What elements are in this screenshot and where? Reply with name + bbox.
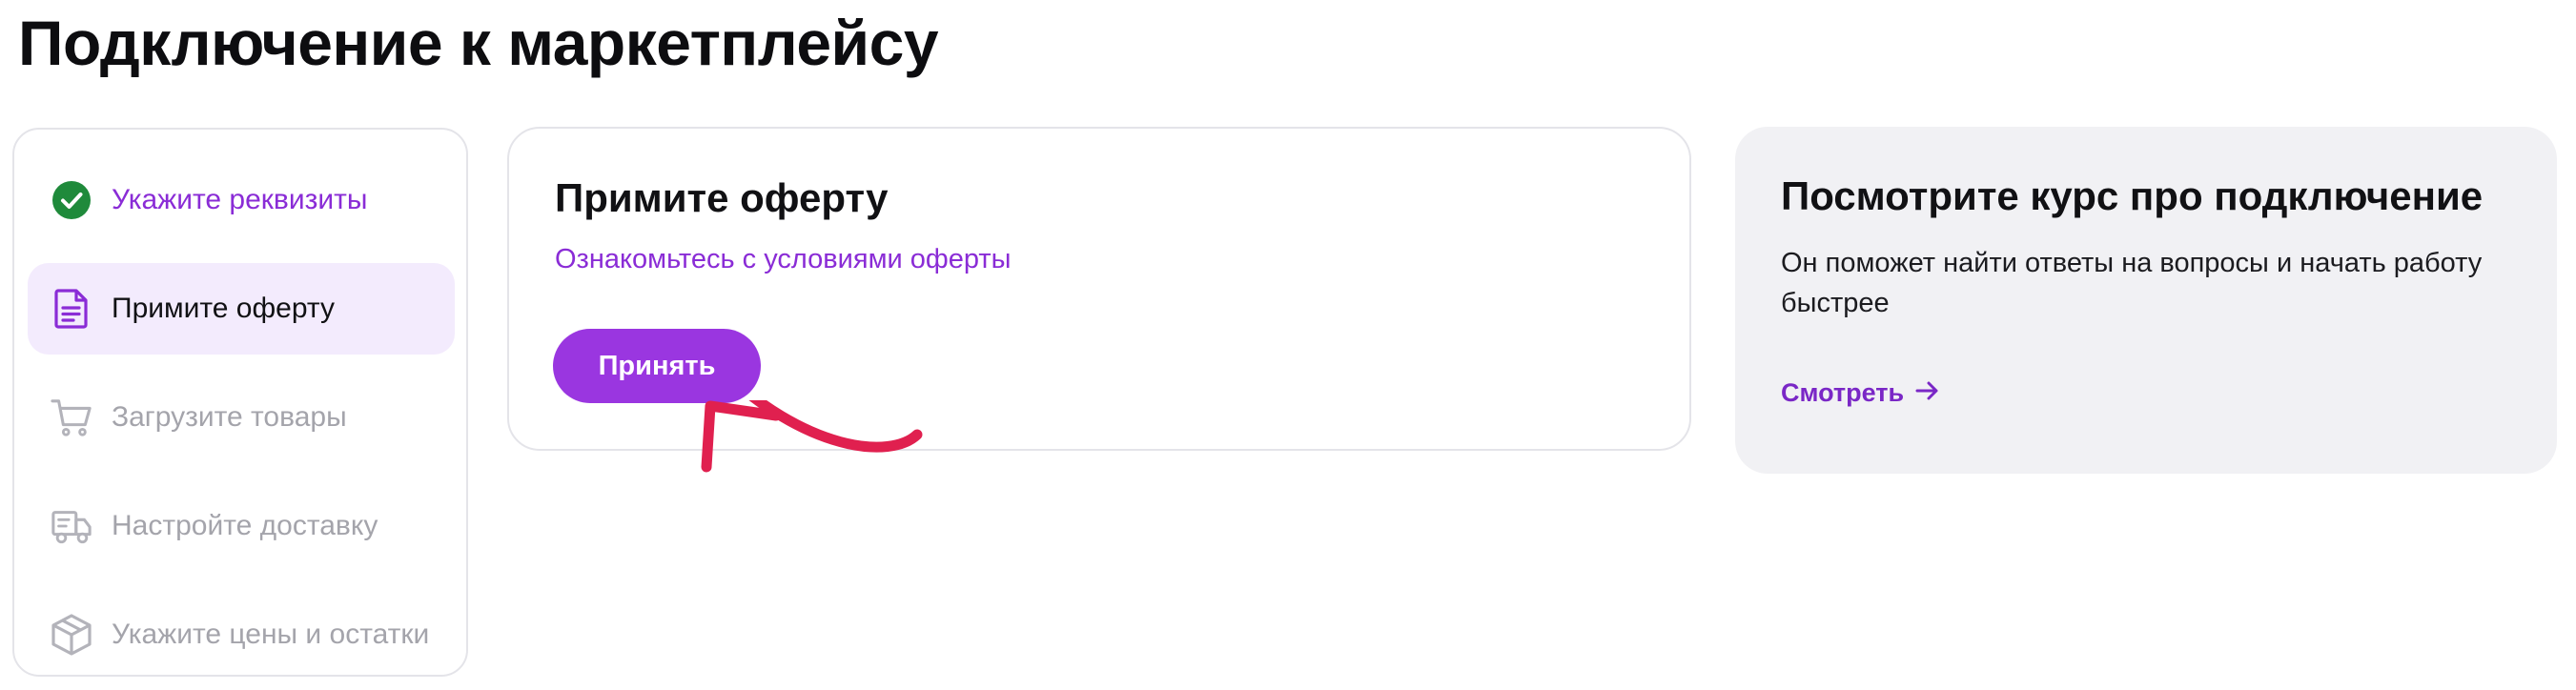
course-title: Посмотрите курс про подключение [1781,173,2484,218]
step-upload-goods[interactable]: Загрузите товары [28,372,455,463]
offer-terms-link[interactable]: Ознакомьтесь с условиями оферты [555,242,1012,276]
document-icon [51,288,92,330]
accept-offer-button[interactable]: Принять [553,329,761,403]
step-label: Настройте доставку [112,510,378,541]
step-label: Укажите реквизиты [112,184,368,215]
watch-course-link[interactable]: Смотреть [1781,378,1940,408]
step-label: Загрузите товары [112,401,347,433]
watch-course-label: Смотреть [1781,378,1905,407]
step-prices-stock[interactable]: Укажите цены и остатки [28,589,455,680]
offer-title: Примите оферту [555,175,889,220]
course-card: Посмотрите курс про подключение Он помож… [1735,127,2557,474]
page-title: Подключение к маркетплейсу [18,8,939,78]
box-icon [51,614,92,656]
onboarding-steps: Укажите реквизиты Примите оферту Загрузи… [12,128,468,677]
step-requisites[interactable]: Укажите реквизиты [28,154,455,246]
arrow-right-icon [1915,378,1940,408]
truck-icon [51,505,92,547]
step-label: Укажите цены и остатки [112,619,430,650]
step-delivery[interactable]: Настройте доставку [28,480,455,572]
step-offer[interactable]: Примите оферту [28,263,455,355]
cart-icon [51,396,92,438]
step-label: Примите оферту [112,293,335,324]
course-description: Он поможет найти ответы на вопросы и нач… [1781,248,2483,318]
check-circle-icon [51,179,92,221]
curved-arrow-icon [701,400,923,473]
